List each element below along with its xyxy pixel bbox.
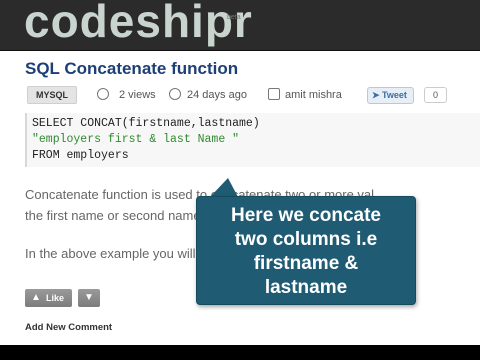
article-page: SQL Concatenate function MYSQL 2 views 2…	[0, 51, 480, 345]
article-title[interactable]: SQL Concatenate function	[25, 59, 238, 79]
tweet-count: 0	[424, 87, 448, 103]
callout-line: lastname	[264, 277, 348, 298]
callout-pointer	[210, 178, 238, 197]
site-logo[interactable]: codeshipr	[24, 0, 253, 48]
thumbs-up-icon: ▲	[31, 292, 41, 303]
annotation-callout: Here we concate two columns i.e firstnam…	[196, 196, 416, 305]
site-header: codeshipr beta	[0, 0, 480, 51]
article-meta: MYSQL 2 views 24 days ago amit mishra ➤ …	[27, 86, 457, 106]
callout-line: two columns i.e	[234, 229, 378, 250]
tag-badge[interactable]: MYSQL	[27, 86, 78, 104]
code-line: SELECT CONCAT(firstname,lastname)	[32, 117, 260, 130]
tweet-button[interactable]: ➤ Tweet	[367, 87, 414, 104]
like-button[interactable]: ▲ Like	[25, 289, 72, 307]
views-count: 2 views	[119, 89, 156, 101]
callout-line: Here we concate	[231, 205, 381, 226]
like-label: Like	[46, 293, 65, 303]
thumbs-down-icon: ▼	[84, 292, 94, 303]
author-name[interactable]: amit mishra	[285, 89, 342, 101]
code-line: FROM employers	[32, 149, 129, 162]
code-block: SELECT CONCAT(firstname,lastname) "emplo…	[25, 113, 480, 167]
post-age: 24 days ago	[187, 89, 247, 101]
code-line: "employers first & last Name "	[32, 133, 240, 146]
logo-badge: beta	[227, 14, 241, 21]
add-comment-heading[interactable]: Add New Comment	[25, 322, 112, 333]
user-icon	[268, 88, 280, 100]
letterbox-bar	[0, 345, 480, 360]
dislike-button[interactable]: ▼	[78, 289, 100, 307]
views-icon	[97, 88, 109, 100]
tweet-label: Tweet	[382, 90, 407, 100]
callout-line: firstname &	[253, 253, 359, 274]
clock-icon	[169, 88, 181, 100]
twitter-bird-icon: ➤	[372, 90, 383, 100]
